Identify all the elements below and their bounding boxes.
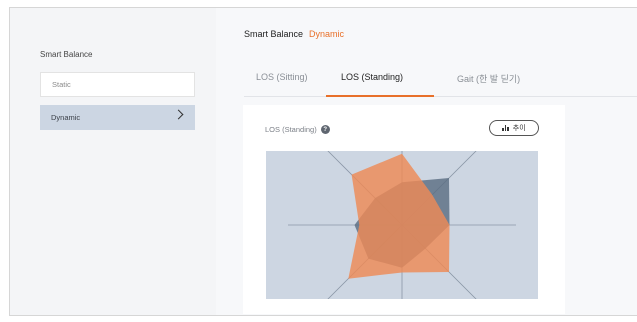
chevron-right-icon	[173, 109, 184, 120]
tab-bar: LOS (Sitting) LOS (Standing) Gait (한 발 딛…	[244, 66, 637, 97]
question-circle-icon[interactable]: ?	[320, 125, 330, 134]
breadcrumb-current: Dynamic	[309, 29, 345, 39]
breadcrumb-section: Smart Balance	[244, 29, 304, 39]
sidebar-item-static[interactable]: Static	[40, 72, 195, 97]
trend-button[interactable]: 추이	[489, 120, 539, 136]
trend-button-label: 추이	[512, 125, 526, 132]
chart-card-header: LOS (Standing) ?	[265, 125, 330, 134]
tab-los-standing[interactable]: LOS (Standing)	[341, 72, 403, 82]
tab-gait[interactable]: Gait (한 발 딛기)	[457, 72, 520, 85]
tab-los-sitting[interactable]: LOS (Sitting)	[256, 72, 308, 82]
sidebar-item-label: Dynamic	[51, 113, 81, 122]
chart-title: LOS (Standing)	[265, 125, 317, 134]
sidebar-title: Smart Balance	[40, 50, 93, 59]
bar-chart-icon	[502, 125, 509, 131]
sidebar-item-label: Static	[52, 80, 71, 89]
active-tab-indicator	[326, 95, 434, 97]
chart-card: LOS (Standing) ? 추이	[243, 105, 565, 314]
main-content: Smart Balance Dynamic LOS (Sitting) LOS (…	[216, 8, 637, 315]
breadcrumb: Smart Balance Dynamic	[244, 29, 344, 39]
sidebar: Smart Balance Static Dynamic	[10, 8, 216, 315]
los-radar-chart	[266, 151, 538, 299]
sidebar-item-dynamic[interactable]: Dynamic	[40, 105, 195, 130]
app-frame: Smart Balance Static Dynamic Smart Balan…	[9, 7, 637, 316]
